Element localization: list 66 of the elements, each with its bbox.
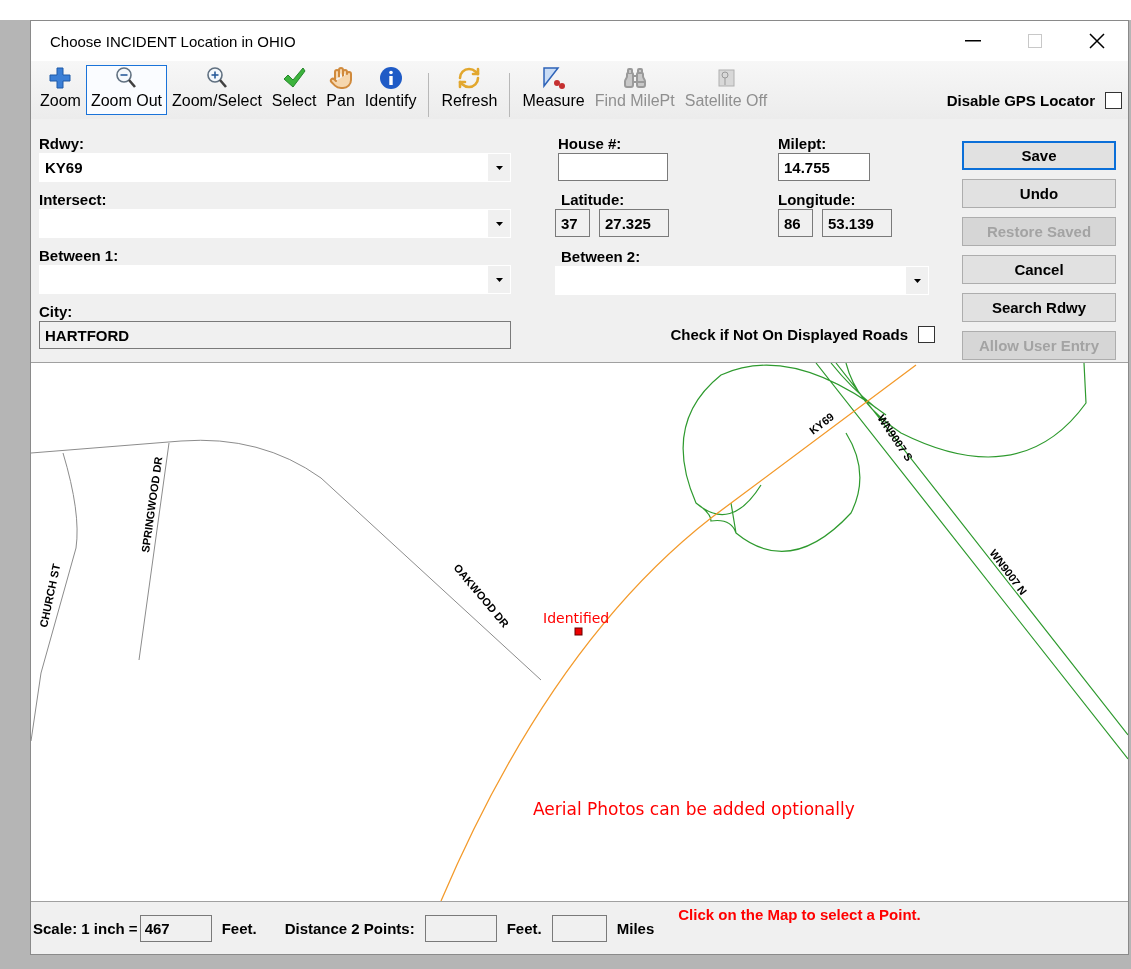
longitude-degrees-field[interactable]: 86: [778, 209, 813, 237]
field-label: Latitude:: [560, 191, 626, 209]
toolbar-button[interactable]: Refresh: [436, 65, 503, 115]
distance-feet-field[interactable]: [424, 914, 497, 942]
toolbar-button[interactable]: Pan: [321, 65, 360, 115]
field-label: House #:: [558, 135, 623, 153]
zoom-out-icon: [114, 66, 139, 90]
dialog-button[interactable]: Cancel: [962, 255, 1116, 284]
caret-icon: [495, 277, 503, 282]
milepost-field[interactable]: 14.755: [778, 153, 870, 181]
location-marker: [574, 627, 583, 636]
dropdown-field[interactable]: KY69: [39, 153, 511, 182]
checkbox[interactable]: [918, 326, 935, 343]
checkbox[interactable]: [1105, 91, 1122, 109]
status-label: Feet.: [221, 919, 257, 937]
status-label: Distance 2 Points:: [284, 919, 415, 937]
latitude-minutes-field[interactable]: 27.325: [599, 209, 669, 237]
info-icon: [378, 66, 403, 90]
toolbar-button[interactable]: Zoom/Select: [167, 65, 267, 115]
toolbar-button[interactable]: Measure: [517, 65, 590, 115]
caret-icon: [495, 165, 503, 170]
house-number-field[interactable]: [558, 153, 668, 181]
toolbar-button[interactable]: Zoom Out: [85, 65, 168, 115]
caret-icon: [913, 278, 921, 283]
checkmark-icon: [282, 66, 307, 90]
checkbox-label: Check if Not On Displayed Roads: [670, 326, 908, 343]
road-label: SPRINGWOOD DR: [139, 456, 165, 554]
dropdown-field[interactable]: [555, 266, 929, 295]
status-hint: Click on the Map to select a Point.: [678, 906, 921, 923]
refresh-icon: [457, 66, 482, 90]
close-icon[interactable]: [1089, 33, 1105, 49]
dialog-button[interactable]: Search Rdwy: [962, 293, 1116, 322]
toolbar-button[interactable]: Zoom: [35, 65, 86, 115]
field-label: Milept:: [778, 135, 828, 153]
dialog-button[interactable]: Undo: [962, 179, 1116, 208]
zoom-in-icon: [204, 66, 229, 90]
scale-field[interactable]: 467: [139, 914, 212, 942]
latitude-degrees-field[interactable]: 37: [555, 209, 590, 237]
hand-icon: [328, 66, 353, 90]
status-label: Feet.: [506, 919, 542, 937]
minimize-icon[interactable]: [965, 40, 981, 42]
toolbar-button[interactable]: Identify: [359, 65, 422, 115]
field-label: Longitude:: [778, 191, 857, 209]
window-title: Choose INCIDENT Location in OHIO: [50, 32, 297, 50]
field-label: Between 1:: [39, 247, 120, 265]
status-label: Miles: [616, 919, 655, 937]
status-label: Scale: 1 inch =: [33, 919, 138, 937]
checkbox-label: Disable GPS Locator: [946, 91, 1095, 109]
field-label: Between 2:: [560, 248, 642, 266]
field-label: Intersect:: [39, 191, 108, 209]
binoculars-icon: [622, 66, 647, 90]
field-label: Rdwy:: [39, 135, 85, 153]
dialog-button[interactable]: Save: [962, 141, 1116, 170]
distance-miles-field[interactable]: [551, 914, 607, 942]
field-label: City:: [39, 303, 74, 321]
dropdown-field[interactable]: [39, 265, 511, 294]
caret-icon: [495, 221, 503, 226]
city-field[interactable]: HARTFORD: [39, 321, 511, 349]
longitude-minutes-field[interactable]: 53.139: [822, 209, 892, 237]
marker-label: Identified: [543, 610, 610, 626]
dropdown-field[interactable]: [39, 209, 511, 238]
toolbar-button[interactable]: Select: [266, 65, 322, 115]
plus-icon: [48, 66, 73, 90]
road-label: CHURCH ST: [37, 562, 63, 629]
measure-icon: [541, 66, 566, 90]
map-note: Aerial Photos can be added optionally: [533, 799, 855, 819]
